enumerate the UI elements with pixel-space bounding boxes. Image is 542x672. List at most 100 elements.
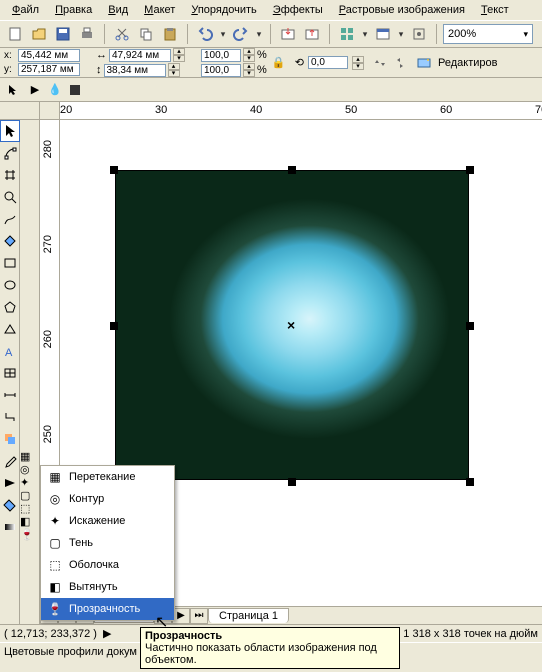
menu-item-envelope[interactable]: ⬚Оболочка (41, 554, 174, 576)
handle-s[interactable] (288, 478, 296, 486)
pick-tool[interactable] (0, 120, 20, 142)
handle-ne[interactable] (466, 166, 474, 174)
pick-tool-small[interactable] (4, 81, 22, 99)
menu-item-transparency[interactable]: 🍷Прозрачность (41, 598, 174, 620)
menu-item-contour[interactable]: ◎Контур (41, 488, 174, 510)
width-input[interactable] (109, 49, 171, 62)
ellipse-tool[interactable] (0, 274, 20, 296)
options-button[interactable] (408, 23, 430, 45)
menu-edit[interactable]: Правка (47, 2, 100, 18)
edit-bitmap-button[interactable] (416, 55, 432, 71)
shadow-tool-icon[interactable]: ▢ (20, 489, 39, 502)
h-spin-down[interactable]: ▾ (168, 70, 180, 77)
basic-shapes-tool[interactable] (0, 318, 20, 340)
app-launcher-button[interactable] (336, 23, 358, 45)
handle-nw[interactable] (110, 166, 118, 174)
lock-ratio-button[interactable]: 🔒 (271, 50, 287, 76)
fill-tool[interactable] (0, 494, 20, 516)
handle-se[interactable] (466, 478, 474, 486)
smart-fill-tool[interactable] (0, 230, 20, 252)
transparency-icon: 🍷 (47, 601, 63, 617)
center-marker[interactable]: × (287, 317, 295, 333)
copy-button[interactable] (135, 23, 157, 45)
menu-view[interactable]: Вид (100, 2, 136, 18)
menu-bitmaps[interactable]: Растровые изображения (331, 2, 473, 18)
cut-button[interactable] (111, 23, 133, 45)
menu-arrange[interactable]: Упорядочить (183, 2, 264, 18)
new-button[interactable] (4, 23, 26, 45)
effects-tool[interactable] (0, 428, 20, 450)
record-button[interactable]: ▶ (26, 81, 44, 99)
menu-text[interactable]: Текст (473, 2, 517, 18)
save-button[interactable] (52, 23, 74, 45)
height-input[interactable] (104, 64, 166, 77)
rotate-input[interactable] (308, 56, 348, 69)
menu-item-shadow[interactable]: ▢Тень (41, 532, 174, 554)
rectangle-tool[interactable] (0, 252, 20, 274)
eyedropper-tool[interactable] (0, 450, 20, 472)
open-button[interactable] (28, 23, 50, 45)
status-image-info: ый 1 318 x 318 точек на дюйм (386, 628, 538, 640)
last-page-button[interactable]: ⏭ (190, 608, 208, 624)
mirror-h-button[interactable] (372, 55, 388, 71)
scale-x-input[interactable] (201, 49, 241, 62)
contour-tool-icon[interactable]: ◎ (20, 463, 39, 476)
zoom-tool[interactable] (0, 186, 20, 208)
w-spin-up[interactable]: ▴ (173, 48, 185, 55)
menu-layout[interactable]: Макет (136, 2, 183, 18)
import-button[interactable] (277, 23, 299, 45)
handle-e[interactable] (466, 322, 474, 330)
export-button[interactable] (301, 23, 323, 45)
blend-icon: ▦ (47, 469, 63, 485)
undo-button[interactable] (194, 23, 216, 45)
redo-dropdown[interactable]: ▾ (254, 29, 264, 40)
shadow-icon: ▢ (47, 535, 63, 551)
horizontal-ruler[interactable]: 20 30 40 50 60 70 (60, 102, 542, 120)
menu-item-distort[interactable]: ✦Искажение (41, 510, 174, 532)
eyedropper-small[interactable]: 💧 (46, 81, 64, 99)
w-spin-down[interactable]: ▾ (173, 55, 185, 62)
welcome-dropdown[interactable]: ▾ (396, 29, 406, 40)
mirror-v-button[interactable] (392, 55, 408, 71)
freehand-tool[interactable] (0, 208, 20, 230)
menu-item-blend[interactable]: ▦Перетекание (41, 466, 174, 488)
blend-tool-icon[interactable]: ▦ (20, 450, 39, 463)
scale-y-input[interactable] (201, 64, 241, 77)
stop-button[interactable] (66, 81, 84, 99)
x-input[interactable] (18, 49, 80, 62)
undo-dropdown[interactable]: ▾ (218, 29, 228, 40)
menu-file[interactable]: Файл (4, 2, 47, 18)
print-button[interactable] (76, 23, 98, 45)
handle-n[interactable] (288, 166, 296, 174)
distort-tool-icon[interactable]: ✦ (20, 476, 39, 489)
width-icon: ↔ (96, 49, 107, 61)
percent-label: % (257, 49, 267, 61)
connector-tool[interactable] (0, 406, 20, 428)
interactive-fill-tool[interactable] (0, 516, 20, 538)
menu-item-extrude[interactable]: ◧Вытянуть (41, 576, 174, 598)
svg-text:A: A (5, 347, 13, 358)
page-tab[interactable]: Страница 1 (208, 608, 289, 623)
zoom-dropdown-icon[interactable]: ▾ (523, 29, 528, 40)
polygon-tool[interactable] (0, 296, 20, 318)
crop-tool[interactable] (0, 164, 20, 186)
app-launcher-dropdown[interactable]: ▾ (360, 29, 370, 40)
extrude-tool-icon[interactable]: ◧ (20, 515, 39, 528)
handle-w[interactable] (110, 322, 118, 330)
envelope-tool-icon[interactable]: ⬚ (20, 502, 39, 515)
paste-button[interactable] (159, 23, 181, 45)
outline-tool[interactable] (0, 472, 20, 494)
redo-button[interactable] (230, 23, 252, 45)
table-tool[interactable] (0, 362, 20, 384)
menu-effects[interactable]: Эффекты (265, 2, 331, 18)
rotate-icon: ⟲ (295, 56, 304, 69)
h-spin-up[interactable]: ▴ (168, 63, 180, 70)
shape-tool[interactable] (0, 142, 20, 164)
zoom-combo[interactable]: 200% ▾ (443, 24, 533, 44)
welcome-button[interactable] (372, 23, 394, 45)
dimension-tool[interactable] (0, 384, 20, 406)
text-tool[interactable]: A (0, 340, 20, 362)
y-input[interactable] (18, 63, 80, 76)
zoom-value: 200% (448, 28, 476, 40)
transparency-tool-icon[interactable]: 🍷 (20, 528, 39, 541)
